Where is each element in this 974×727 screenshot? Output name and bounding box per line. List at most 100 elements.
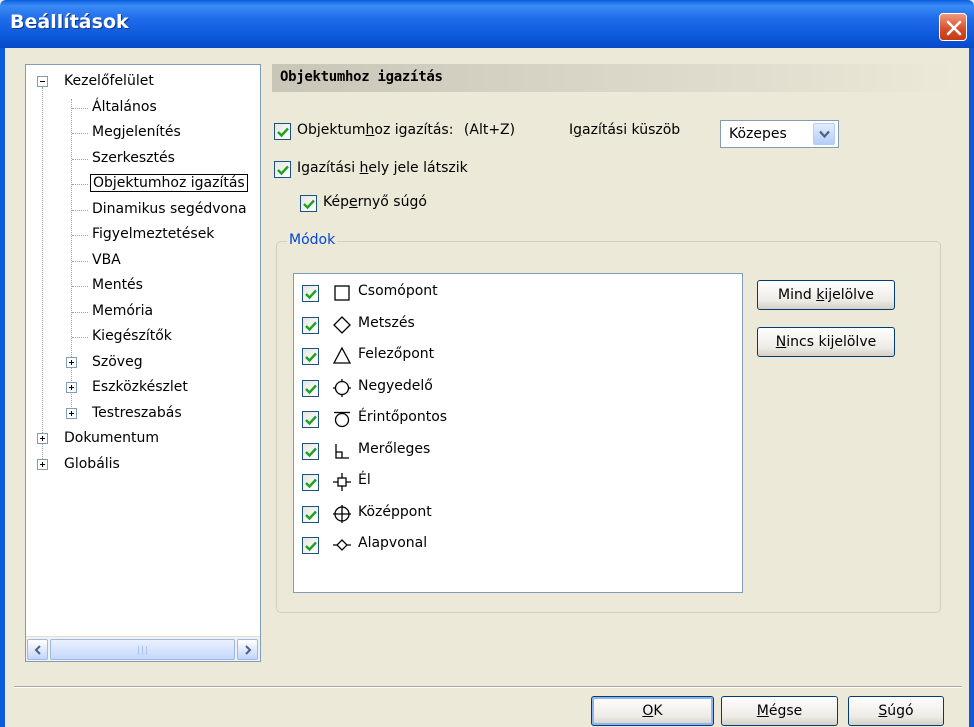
checkmark-icon xyxy=(305,289,317,300)
baseline-icon xyxy=(333,539,351,551)
expand-icon[interactable] xyxy=(66,382,77,393)
ok-button[interactable]: OK xyxy=(591,696,714,726)
checkmark-icon xyxy=(277,127,289,138)
tree-item[interactable]: Szöveg xyxy=(90,352,145,374)
mode-label: Él xyxy=(358,472,371,488)
collapse-icon[interactable] xyxy=(37,76,48,87)
mode-checkbox[interactable] xyxy=(302,537,319,554)
marker-label-post: ely jele látszik xyxy=(368,160,468,176)
tree-item[interactable]: Dinamikus segédvona xyxy=(90,199,249,221)
mode-checkbox[interactable] xyxy=(302,474,319,491)
mode-label: Alapvonal xyxy=(358,535,428,551)
list-item[interactable]: Csomópont xyxy=(294,277,742,309)
expand-icon[interactable] xyxy=(37,433,48,444)
list-item[interactable]: Negyedelő xyxy=(294,372,742,404)
tree-item-label: Eszközkészlet xyxy=(92,379,188,395)
select-none-mnemonic: N xyxy=(775,334,787,350)
tree-item-label: Testreszabás xyxy=(92,404,182,421)
scroll-left-button[interactable] xyxy=(27,639,48,660)
mode-label: Csomópont xyxy=(358,283,438,299)
threshold-select[interactable]: Közepes xyxy=(720,120,839,148)
scroll-thumb[interactable]: ||| xyxy=(50,639,235,660)
marker-label[interactable]: Igazítási hely jele látszik xyxy=(297,160,468,176)
checkmark-icon xyxy=(305,352,317,363)
tree-guide-branch xyxy=(72,286,88,287)
close-button[interactable] xyxy=(939,13,967,41)
checkmark-icon xyxy=(303,199,315,210)
expand-icon[interactable] xyxy=(66,356,77,368)
mode-checkbox[interactable] xyxy=(302,505,319,523)
mode-checkbox[interactable] xyxy=(302,379,319,397)
mode-label: Felezőpont xyxy=(358,346,435,362)
tree-horizontal-scrollbar[interactable]: ||| xyxy=(26,636,260,661)
tree-item-label: Objektumhoz igazítás xyxy=(90,174,248,192)
checkmark-icon xyxy=(305,447,317,457)
settings-tree[interactable]: Kezelőfelület Általános Megjelenítés Szerke… xyxy=(25,64,261,662)
checkmark-icon xyxy=(305,321,317,331)
list-item[interactable]: Él xyxy=(294,466,742,498)
mode-checkbox[interactable] xyxy=(302,316,319,334)
list-item[interactable]: Felezőpont xyxy=(294,340,742,372)
mode-checkbox[interactable] xyxy=(302,285,319,302)
mode-checkbox[interactable] xyxy=(302,348,319,365)
tree-item-label: Memória xyxy=(92,302,154,319)
tree-item[interactable]: Kiegészítők xyxy=(90,326,174,348)
list-item[interactable]: Középpont xyxy=(294,498,742,530)
expand-icon[interactable] xyxy=(37,458,48,470)
tree-item[interactable]: Testreszabás xyxy=(90,403,184,425)
select-all-button[interactable]: Mind kijelölve xyxy=(757,280,895,310)
tooltip-label-post: rnyő súgó xyxy=(357,194,427,210)
list-item[interactable]: Merőleges xyxy=(294,435,742,467)
tree-item[interactable]: Kezelőfelület xyxy=(62,71,156,93)
title-bar[interactable]: Beállítások xyxy=(0,0,974,48)
tree-item[interactable]: Figyelmeztetések xyxy=(90,224,216,246)
modes-list[interactable]: Csomópont Metszés Felezőpont Negyedelő Érint… xyxy=(293,273,743,593)
tree-item[interactable]: Dokumentum xyxy=(62,428,161,450)
tree-guide-branch xyxy=(72,235,88,236)
tree-item[interactable]: Eszközkészlet xyxy=(90,377,190,399)
marker-checkbox[interactable] xyxy=(274,161,291,178)
checkmark-icon xyxy=(305,510,317,520)
list-item[interactable]: Alapvonal xyxy=(294,529,742,561)
list-item[interactable]: Érintőpontos xyxy=(294,403,742,435)
tree-item-label: VBA xyxy=(92,251,121,268)
tree-item-label: Általános xyxy=(92,98,157,115)
tree-item-label: Szöveg xyxy=(92,353,143,370)
center-icon xyxy=(333,504,351,523)
expand-icon[interactable] xyxy=(66,407,77,419)
tree-item[interactable]: Mentés xyxy=(90,275,145,297)
select-none-button[interactable]: Nincs kijelölve xyxy=(757,327,895,357)
tree-item[interactable]: Megjelenítés xyxy=(90,122,183,144)
checkmark-icon xyxy=(305,415,317,426)
checkmark-icon xyxy=(305,541,317,552)
tree-guide-branch xyxy=(72,107,88,109)
checkmark-icon xyxy=(305,384,317,394)
mode-label: Merőleges xyxy=(358,440,431,457)
tree-item[interactable]: Memória xyxy=(90,301,155,323)
list-item[interactable]: Metszés xyxy=(294,309,742,341)
mode-checkbox[interactable] xyxy=(302,411,319,428)
scroll-right-button[interactable] xyxy=(237,639,258,660)
tree-item[interactable]: Általános xyxy=(90,97,159,119)
cancel-button[interactable]: Mégse xyxy=(721,696,838,726)
tree-guide-branch xyxy=(72,311,88,313)
mode-checkbox[interactable] xyxy=(302,442,319,460)
tree-item[interactable]: VBA xyxy=(90,250,123,272)
mode-label: Érintőpontos xyxy=(358,409,448,425)
ok-post: K xyxy=(653,703,663,719)
tree-item[interactable]: Szerkesztés xyxy=(90,148,177,170)
diamond-icon xyxy=(333,315,351,334)
tree-item-label: Globális xyxy=(64,455,120,472)
tooltip-label-pre: Kép xyxy=(323,194,349,210)
chevron-right-icon xyxy=(245,645,252,655)
tooltip-checkbox[interactable] xyxy=(300,195,317,212)
snap-label[interactable]: Objektumhoz igazítás: (Alt+Z) xyxy=(297,122,515,138)
snap-checkbox[interactable] xyxy=(274,123,291,140)
window-border-left xyxy=(0,48,5,727)
checkmark-icon xyxy=(277,165,289,176)
tree-item[interactable]: Objektumhoz igazítás xyxy=(90,173,248,195)
tooltip-label[interactable]: Képernyő súgó xyxy=(323,194,427,210)
tree-item[interactable]: Globális xyxy=(62,454,122,476)
help-button[interactable]: Súgó xyxy=(848,696,944,726)
threshold-dropdown-button[interactable] xyxy=(813,123,835,145)
